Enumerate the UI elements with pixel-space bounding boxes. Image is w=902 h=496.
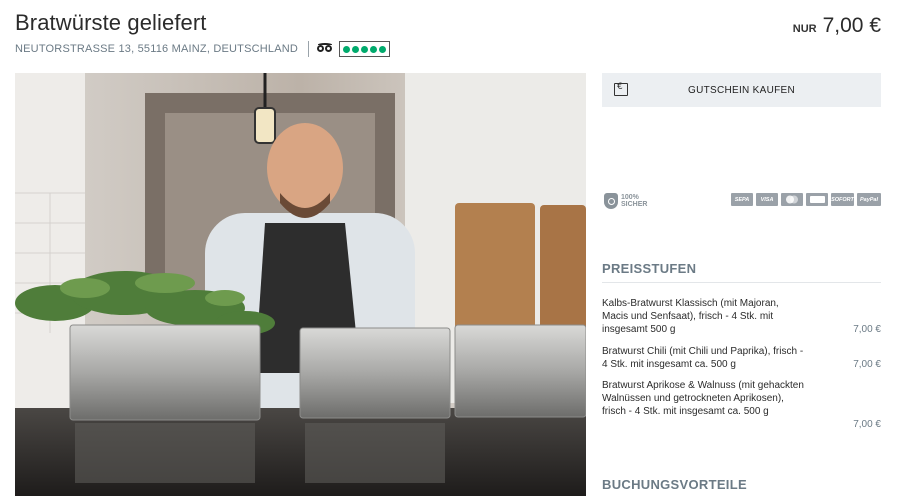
divider	[308, 41, 310, 57]
price-amount: 7,00 €	[822, 14, 881, 37]
booking-benefits-heading: BUCHUNGSVORTEILE	[602, 477, 747, 492]
price-tier-item[interactable]: Bratwurst Aprikose & Walnuss (mit gehack…	[602, 379, 881, 431]
price-tier-name: Bratwurst Chili (mit Chili und Paprika),…	[602, 346, 804, 370]
secure-percent: 100%	[621, 194, 639, 201]
price-tiers-heading: PREISSTUFEN	[602, 261, 697, 276]
payment-methods: SEPA VISA SOFORT PayPal	[731, 193, 881, 206]
rating-dot	[343, 45, 351, 53]
buy-voucher-button[interactable]: GUTSCHEIN KAUFEN	[602, 73, 881, 107]
sofort-icon: SOFORT	[831, 193, 854, 206]
price-tier-item[interactable]: Bratwurst Chili (mit Chili und Paprika),…	[602, 345, 881, 371]
address: NEUTORSTRASSE 13, 55116 MAINZ, DEUTSCHLA…	[15, 43, 299, 55]
secure-label: SICHER	[621, 201, 648, 208]
price-tier-price: 7,00 €	[853, 419, 881, 430]
product-photo[interactable]	[15, 73, 586, 496]
euro-voucher-icon	[614, 82, 628, 96]
price-tier-name: Kalbs-Bratwurst Klassisch (mit Majoran, …	[602, 298, 779, 335]
page-title: Bratwürste geliefert	[15, 10, 207, 35]
mastercard-icon	[781, 193, 803, 206]
rating-dot	[352, 45, 360, 53]
secure-badge: 100% SICHER	[604, 193, 647, 209]
location-row: NEUTORSTRASSE 13, 55116 MAINZ, DEUTSCHLA…	[15, 40, 391, 58]
price-tier-name: Bratwurst Aprikose & Walnuss (mit gehack…	[602, 380, 804, 417]
price-tier-item[interactable]: Kalbs-Bratwurst Klassisch (mit Majoran, …	[602, 297, 881, 336]
paypal-icon: PayPal	[857, 193, 881, 206]
divider	[602, 282, 881, 283]
shield-lock-icon	[604, 193, 618, 209]
rating-dot	[361, 45, 369, 53]
buy-voucher-label: GUTSCHEIN KAUFEN	[687, 84, 796, 96]
price-tier-price: 7,00 €	[853, 359, 881, 370]
visa-icon: VISA	[756, 193, 778, 206]
price-display: NUR 7,00 €	[793, 14, 881, 38]
sepa-icon: SEPA	[731, 193, 753, 206]
price-tier-price: 7,00 €	[853, 324, 881, 335]
rating-dot	[370, 45, 378, 53]
price-prefix: NUR	[792, 23, 817, 35]
tripadvisor-owl-icon[interactable]	[317, 43, 333, 55]
google-pay-icon	[806, 193, 828, 206]
rating-dot	[379, 45, 387, 53]
rating-badge[interactable]	[339, 41, 391, 57]
